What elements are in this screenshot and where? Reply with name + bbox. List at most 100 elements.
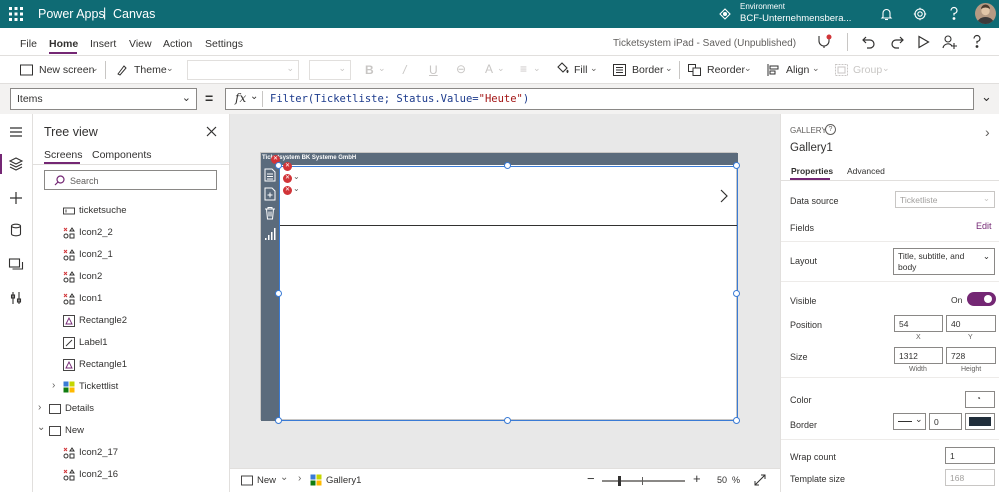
height-input[interactable]: 728 [946,347,996,364]
tab-home[interactable]: Home [49,38,78,50]
chart-bars-icon[interactable] [264,227,277,241]
expand-formula-icon[interactable]: ⌄ [981,89,992,105]
chevron-right-icon[interactable] [720,189,728,203]
zoom-out-icon[interactable]: − [587,471,595,486]
gear-icon[interactable] [913,7,927,21]
tree-item-rectangle1[interactable]: Rectangle1 [33,355,230,377]
app-checker-icon[interactable] [816,34,832,50]
tree-item-icon2-17[interactable]: Icon2_17 [33,443,230,465]
visible-toggle[interactable] [967,292,996,306]
border-width-input[interactable]: 0 [929,413,962,430]
help-icon[interactable] [971,34,983,49]
environment-name[interactable]: BCF-Unternehmensbera... [740,13,851,24]
resize-handle-n[interactable] [504,162,511,169]
tree-item-ticketsuche[interactable]: ticketsuche [33,201,230,223]
media-icon[interactable] [8,256,24,272]
current-screen[interactable]: New [257,475,276,486]
reorder-button[interactable]: Reorder [707,64,745,76]
insert-plus-icon[interactable] [8,190,24,206]
tab-properties[interactable]: Properties [791,166,833,176]
error-badge[interactable]: ✕ [283,186,292,195]
share-user-icon[interactable] [942,34,958,50]
app-screen[interactable]: Ticketsystem BK Systeme GmbH ✕ ✕ ✕ ⌄ ✕ ⌄ [260,152,738,421]
tab-insert[interactable]: Insert [90,38,116,50]
bell-icon[interactable] [880,7,893,21]
resize-handle-se[interactable] [733,417,740,424]
zoom-slider-thumb[interactable] [618,476,621,486]
data-cylinder-icon[interactable] [8,222,24,238]
strikethrough-icon[interactable]: ⊖ [456,62,466,76]
tab-components[interactable]: Components [92,149,152,161]
tree-item-label1[interactable]: Label1 [33,333,230,355]
tree-item-icon2[interactable]: Icon2 [33,267,230,289]
control-name[interactable]: Gallery1 [790,142,833,154]
app-launcher-icon[interactable] [9,7,23,21]
app-header-rectangle[interactable]: Ticketsystem BK Systeme GmbH [261,153,738,165]
theme-button[interactable]: Theme [134,64,167,76]
resize-handle-w[interactable] [275,290,282,297]
resize-handle-ne[interactable] [733,162,740,169]
underline-icon[interactable]: U [429,63,438,77]
tree-item-details[interactable]: › Details [33,399,230,421]
tree-view-icon[interactable] [8,156,24,172]
formula-input[interactable]: fx ⌄ Filter(Ticketliste; Status.Value="H… [225,88,974,110]
tree-item-icon2-16[interactable]: Icon2_16 [33,465,230,487]
property-dropdown[interactable]: Items ⌄ [10,88,197,110]
zoom-slider[interactable] [602,476,685,486]
zoom-in-icon[interactable]: + [693,471,701,486]
color-picker[interactable]: ◔ [965,391,995,408]
bold-icon[interactable]: B [365,63,374,77]
resize-handle-s[interactable] [504,417,511,424]
font-family-dropdown[interactable]: ⌄ [187,60,299,80]
position-x-input[interactable]: 54 [894,315,943,332]
help-icon[interactable] [948,6,960,21]
gallery-control[interactable]: ✕ ✕ ⌄ ✕ ⌄ [279,162,738,421]
fields-edit-link[interactable]: Edit [976,221,992,231]
text-align-icon[interactable]: ≡ [520,62,527,76]
font-size-dropdown[interactable]: ⌄ [309,60,351,80]
width-input[interactable]: 1312 [894,347,943,364]
border-style-dropdown[interactable]: ⌄ [893,413,926,430]
data-source-dropdown[interactable]: Ticketliste ⌄ [895,191,995,208]
position-y-input[interactable]: 40 [946,315,996,332]
play-icon[interactable] [917,35,930,49]
tree-item-icon2-1[interactable]: Icon2_1 [33,245,230,267]
tab-advanced[interactable]: Advanced [847,166,885,176]
selected-control[interactable]: Gallery1 [326,475,361,486]
resize-handle-sw[interactable] [275,417,282,424]
font-color-icon[interactable]: A [485,62,493,76]
tree-item-rectangle2[interactable]: Rectangle2 [33,311,230,333]
tools-icon[interactable] [8,290,24,306]
new-document-icon[interactable] [264,187,276,201]
chevron-right-icon[interactable]: › [985,124,990,140]
tab-action[interactable]: Action [163,38,192,50]
close-icon[interactable] [206,126,217,137]
trash-icon[interactable] [264,206,276,220]
border-color-picker[interactable] [965,413,995,430]
tab-view[interactable]: View [129,38,152,50]
resize-handle-nw[interactable] [275,162,282,169]
search-input[interactable]: Search [44,170,217,190]
resize-handle-e[interactable] [733,290,740,297]
fill-button[interactable]: Fill [574,64,587,76]
wrap-count-input[interactable]: 1 [945,447,995,464]
error-badge[interactable]: ✕ [283,162,292,171]
chevron-right-icon[interactable]: › [52,380,55,391]
chevron-right-icon[interactable]: › [38,402,41,413]
align-button[interactable]: Align [786,64,809,76]
avatar[interactable] [975,3,996,24]
help-circle-icon[interactable]: ? [825,124,836,135]
hamburger-icon[interactable] [8,124,24,140]
layout-dropdown[interactable]: Title, subtitle, and body ⌄ [893,248,995,275]
template-size-input[interactable]: 168 [945,469,995,486]
design-canvas[interactable]: Ticketsystem BK Systeme GmbH ✕ ✕ ✕ ⌄ ✕ ⌄ [230,114,780,468]
group-button[interactable]: Group [853,64,882,76]
italic-icon[interactable]: / [403,63,406,77]
chevron-down-icon[interactable]: ⌄ [37,422,45,433]
document-icon[interactable] [264,168,276,182]
error-badge[interactable]: ✕ [283,174,292,183]
new-screen-button[interactable]: New screen [39,64,94,76]
tree-item-new[interactable]: ⌄ New [33,421,230,443]
tab-settings[interactable]: Settings [205,38,243,50]
app-name[interactable]: Power Apps [38,7,105,21]
